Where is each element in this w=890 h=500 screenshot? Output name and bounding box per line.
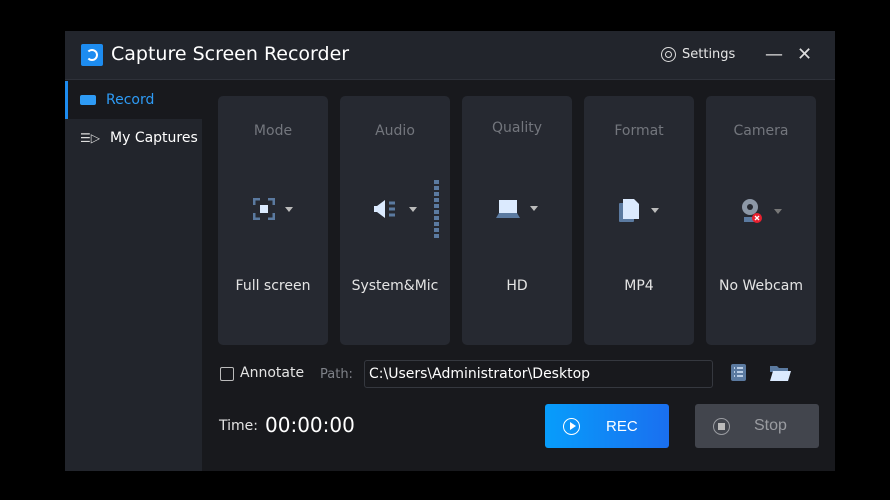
path-label: Path: [320,367,353,382]
chevron-down-icon[interactable] [285,206,293,212]
card-value: No Webcam [719,278,803,294]
card-value: Full screen [235,278,311,294]
annotate-label: Annotate [240,365,305,381]
title-bar: Capture Screen Recorder Settings — ✕ [65,31,835,80]
app-logo-icon [81,44,103,66]
rec-button[interactable]: REC [545,404,669,448]
close-button[interactable]: ✕ [797,44,812,65]
format-card[interactable]: Format MP4 [584,96,694,345]
annotate-checkbox[interactable] [220,367,234,381]
settings-label: Settings [682,47,736,62]
mode-card[interactable]: Mode Full screen [218,96,328,345]
camera-card[interactable]: Camera No Webcam [706,96,816,345]
stop-button[interactable]: Stop [695,404,819,448]
audio-card[interactable]: Audio System&Mic [340,96,450,345]
stop-label: Stop [754,417,787,434]
app-window: Capture Screen Recorder Settings — ✕ Rec… [65,31,835,471]
app-title: Capture Screen Recorder [111,43,350,65]
play-icon [563,417,580,435]
path-input[interactable]: C:\Users\Administrator\Desktop [364,360,713,388]
quality-card[interactable]: Quality HD [462,96,572,345]
sidebar-item-label: My Captures [110,130,198,146]
chevron-down-icon[interactable] [651,207,659,213]
file-icon [619,199,639,222]
list-play-icon: ☰▷ [80,131,100,145]
settings-button[interactable]: Settings [661,47,735,62]
card-value: HD [506,278,528,294]
card-label: Mode [253,123,293,139]
sidebar: Record ☰▷ My Captures [65,81,202,471]
card-label: Quality [491,120,543,136]
rec-label: REC [606,417,638,435]
chevron-down-icon[interactable] [409,206,417,212]
card-label: Format [614,123,664,139]
time-label: Time: [219,418,258,434]
sidebar-item-my-captures[interactable]: ☰▷ My Captures [65,119,202,157]
chevron-down-icon[interactable] [530,205,538,211]
volume-meter [434,180,439,240]
minimize-button[interactable]: — [765,44,783,65]
card-label: Audio [375,123,415,139]
stop-icon [713,417,730,435]
fullscreen-icon [253,198,275,220]
speaker-icon [374,200,395,218]
sidebar-item-record[interactable]: Record [65,81,202,119]
sidebar-item-label: Record [106,92,155,108]
laptop-icon [496,200,520,218]
card-label: Camera [733,123,789,139]
gear-icon [661,47,676,62]
folder-open-icon[interactable] [770,364,791,382]
chevron-down-icon[interactable] [774,208,782,214]
card-value: System&Mic [351,278,439,294]
time-value: 00:00:00 [265,413,355,437]
webcam-off-icon [742,199,762,223]
video-camera-icon [80,95,96,105]
list-icon[interactable] [731,364,746,381]
card-value: MP4 [624,278,654,294]
